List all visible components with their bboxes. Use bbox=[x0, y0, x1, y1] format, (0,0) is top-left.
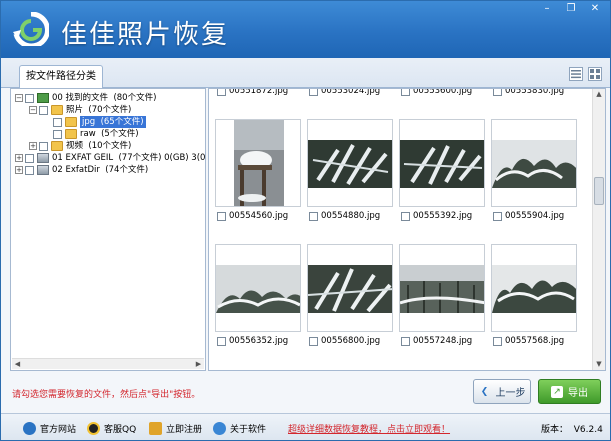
thumbnail-item[interactable]: 00554880.jpg bbox=[307, 119, 393, 225]
checkbox[interactable] bbox=[53, 129, 62, 139]
title-bar: 佳佳照片恢复 – ❐ ✕ bbox=[1, 1, 610, 58]
expand-icon[interactable]: + bbox=[29, 142, 37, 150]
thumbnail-item[interactable]: 00555392.jpg bbox=[399, 119, 485, 225]
tree-item-found[interactable]: − 00 找到的文件 (80个文件) bbox=[15, 92, 156, 104]
photo-thumbnail[interactable] bbox=[399, 119, 485, 207]
photo-thumbnail[interactable] bbox=[399, 244, 485, 332]
checkbox[interactable] bbox=[25, 93, 34, 103]
tree-item-exfatdir[interactable]: + 02 ExfatDir (74个文件) bbox=[15, 164, 148, 176]
thumb-caption[interactable]: 00553830.jpg bbox=[493, 89, 564, 96]
thumbnail-item[interactable]: 00557248.jpg bbox=[399, 244, 485, 350]
scroll-left-icon[interactable]: ◀ bbox=[12, 359, 23, 369]
app-title: 佳佳照片恢复 bbox=[61, 20, 230, 50]
checkbox[interactable] bbox=[25, 153, 34, 163]
thumbnail-item[interactable]: 00554560.jpg bbox=[215, 119, 301, 225]
thumb-caption[interactable]: 00553600.jpg bbox=[401, 89, 472, 96]
support-qq-link[interactable]: 客服QQ bbox=[87, 422, 136, 435]
app-logo-icon bbox=[13, 12, 49, 46]
tree-item-photos[interactable]: − 照片 (70个文件) bbox=[29, 104, 131, 116]
thumbnail-grid: 00551872.jpg 00553024.jpg 00553600.jpg 0… bbox=[208, 88, 606, 371]
thumbnail-item[interactable]: 00557568.jpg bbox=[491, 244, 577, 350]
export-button[interactable]: ↗ 导出 bbox=[538, 379, 601, 404]
thumb-caption[interactable]: 00553024.jpg bbox=[309, 89, 380, 96]
folder-icon bbox=[51, 141, 63, 151]
scroll-up-icon[interactable]: ▲ bbox=[593, 89, 605, 100]
official-website-link[interactable]: 官方网站 bbox=[23, 422, 76, 435]
checkbox[interactable] bbox=[217, 336, 226, 346]
tree-item-exfat-geil[interactable]: + 01 EXFAT GEIL (77个文件) 0(GB) 3(0 bbox=[15, 152, 205, 164]
restore-button[interactable]: ❐ bbox=[564, 3, 578, 15]
tree-item-video[interactable]: + 视频 (10个文件) bbox=[29, 140, 131, 152]
collapse-icon[interactable]: − bbox=[29, 106, 37, 114]
tree-item-jpg-label: jpg (65个文件) bbox=[80, 116, 146, 128]
photo-thumbnail[interactable] bbox=[215, 244, 301, 332]
checkbox[interactable] bbox=[309, 211, 318, 221]
info-icon bbox=[213, 422, 226, 435]
folder-tree: − 00 找到的文件 (80个文件) − 照片 (70个文件) jpg (65个… bbox=[10, 88, 206, 371]
photo-thumbnail[interactable] bbox=[491, 119, 577, 207]
checkbox[interactable] bbox=[401, 211, 410, 221]
version-info: 版本： V6.2.4 bbox=[541, 425, 603, 435]
checkbox[interactable] bbox=[493, 211, 502, 221]
checkbox[interactable] bbox=[401, 336, 410, 346]
globe-icon bbox=[23, 422, 36, 435]
tree-item-jpg[interactable]: jpg (65个文件) bbox=[53, 116, 146, 128]
folder-icon bbox=[51, 105, 63, 115]
horizontal-scrollbar[interactable]: ◀ ▶ bbox=[12, 358, 204, 369]
qq-penguin-icon bbox=[87, 422, 100, 435]
drive-icon bbox=[37, 153, 49, 163]
key-icon bbox=[149, 422, 162, 435]
photo-thumbnail[interactable] bbox=[215, 119, 301, 207]
scroll-right-icon[interactable]: ▶ bbox=[193, 359, 204, 369]
thumbnail-item[interactable]: 00556800.jpg bbox=[307, 244, 393, 350]
tab-strip: 按文件路径分类 bbox=[1, 58, 610, 89]
thumb-caption[interactable]: 00551872.jpg bbox=[217, 89, 288, 96]
expand-icon[interactable]: + bbox=[15, 166, 23, 174]
checkbox[interactable] bbox=[217, 211, 226, 221]
scroll-thumb[interactable] bbox=[594, 177, 604, 205]
thumbnail-item[interactable]: 00555904.jpg bbox=[491, 119, 577, 225]
folder-icon bbox=[65, 129, 77, 139]
found-files-icon bbox=[37, 93, 49, 103]
export-icon: ↗ bbox=[551, 385, 563, 398]
instruction-text: 请勾选您需要恢复的文件，然后点"导出"按钮。 bbox=[12, 390, 201, 400]
tutorial-link[interactable]: 超级详细数据恢复教程，点击立即观看！ bbox=[288, 422, 450, 435]
checkbox[interactable] bbox=[493, 336, 502, 346]
checkbox[interactable] bbox=[25, 165, 34, 175]
tab-by-path[interactable]: 按文件路径分类 bbox=[19, 65, 103, 89]
folder-icon bbox=[65, 117, 77, 127]
close-button[interactable]: ✕ bbox=[588, 3, 602, 15]
checkbox[interactable] bbox=[39, 105, 48, 115]
photo-thumbnail[interactable] bbox=[307, 119, 393, 207]
drive-icon bbox=[37, 165, 49, 175]
photo-thumbnail[interactable] bbox=[491, 244, 577, 332]
tree-item-raw[interactable]: raw (5个文件) bbox=[53, 128, 139, 140]
photo-thumbnail[interactable] bbox=[307, 244, 393, 332]
thumbnail-item[interactable]: 00556352.jpg bbox=[215, 244, 301, 350]
expand-icon[interactable]: + bbox=[15, 154, 23, 162]
register-link[interactable]: 立即注册 bbox=[149, 422, 202, 435]
back-arrow-icon: ❮ bbox=[480, 386, 489, 397]
checkbox[interactable] bbox=[53, 117, 62, 127]
list-view-icon[interactable] bbox=[569, 67, 583, 81]
footer-bar: 官方网站 客服QQ 立即注册 关于软件 超级详细数据恢复教程，点击立即观看！ 版… bbox=[1, 413, 610, 440]
minimize-button[interactable]: – bbox=[540, 3, 554, 15]
checkbox[interactable] bbox=[39, 141, 48, 151]
vertical-scrollbar[interactable]: ▲ ▼ bbox=[592, 89, 605, 370]
prev-step-button[interactable]: ❮ 上一步 bbox=[473, 379, 531, 404]
checkbox[interactable] bbox=[309, 336, 318, 346]
app-window: 佳佳照片恢复 – ❐ ✕ 按文件路径分类 − 00 找到的文件 (80个文件) … bbox=[0, 0, 611, 441]
scroll-down-icon[interactable]: ▼ bbox=[593, 359, 605, 370]
thumbnail-view-icon[interactable] bbox=[588, 67, 602, 81]
about-link[interactable]: 关于软件 bbox=[213, 422, 266, 435]
collapse-icon[interactable]: − bbox=[15, 94, 23, 102]
